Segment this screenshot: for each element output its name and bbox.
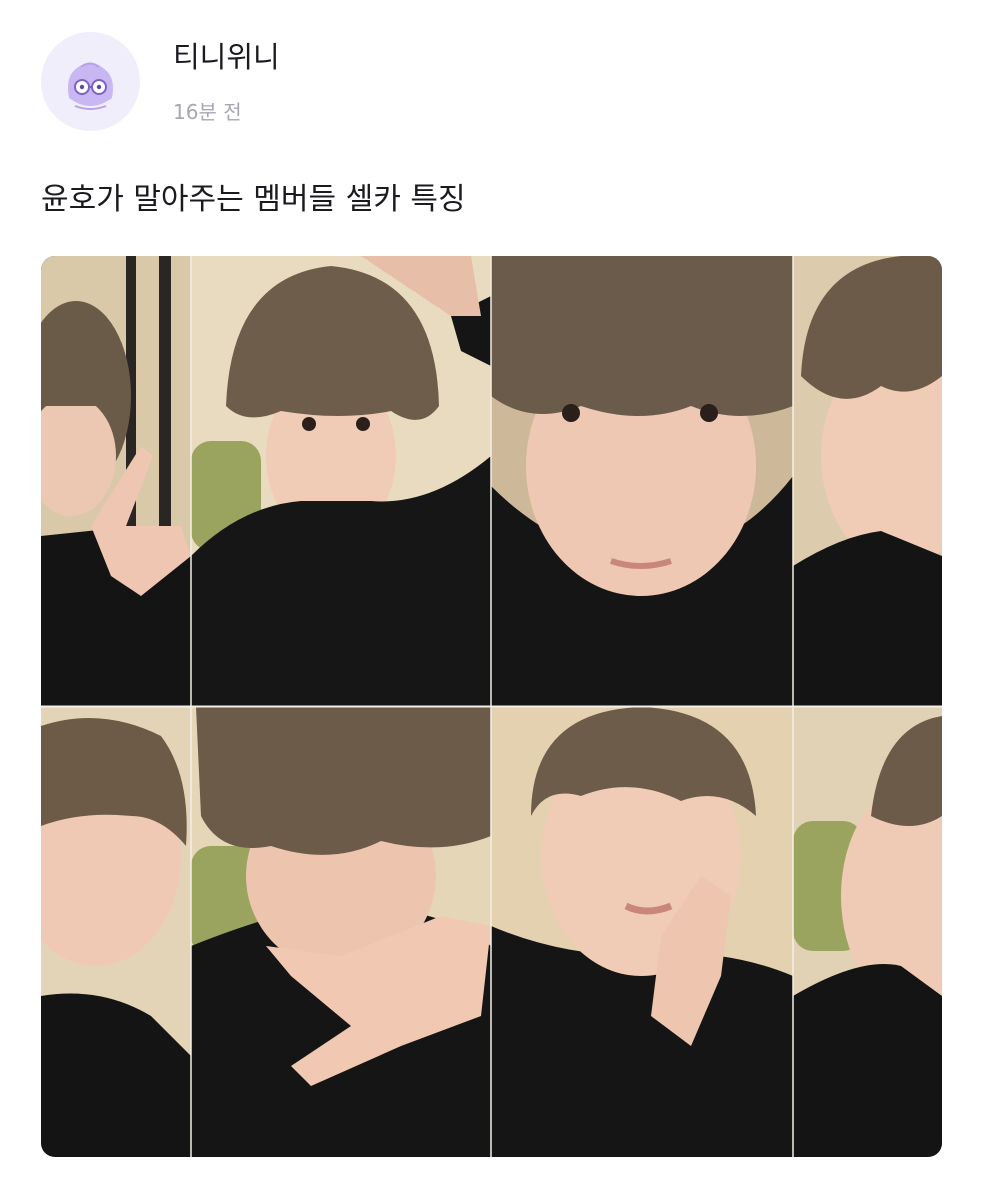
selfie-panel-7: [491, 707, 793, 1157]
selfie-panel-4: [793, 256, 942, 706]
selfie-panel-8: [793, 707, 942, 1157]
post-image[interactable]: [41, 256, 942, 1157]
selfie-panel-6: [191, 707, 491, 1157]
post-timestamp: 16분 전: [173, 100, 242, 124]
avatar[interactable]: [41, 32, 140, 131]
post-title: 윤호가 말아주는 멤버들 셀카 특징: [41, 182, 466, 217]
selfie-panel-2: [191, 256, 491, 706]
selfie-panel-1: [41, 256, 191, 706]
author-name[interactable]: 티니위니: [173, 37, 280, 77]
profile-avatar-icon: [41, 32, 140, 131]
post-header: 티니위니 16분 전: [41, 32, 941, 132]
selfie-panel-3: [491, 256, 793, 706]
selfie-panel-5: [41, 707, 191, 1157]
